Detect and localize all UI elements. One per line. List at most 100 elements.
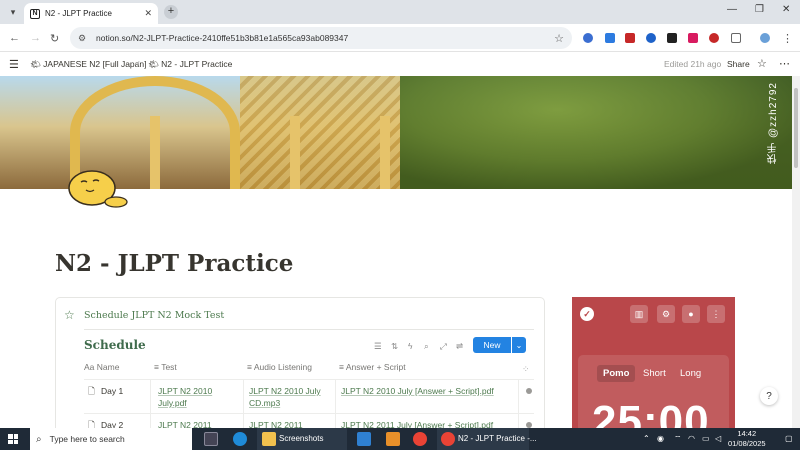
help-icon[interactable]: ? [760,387,778,405]
answer-file-link[interactable]: JLPT N2 2010 July [Answer + Script].pdf [341,385,516,397]
taskbar-search-placeholder: Type here to search [49,434,125,444]
cover-pillar [290,116,300,189]
breadcrumb-page[interactable]: 🌤 N2 - JLPT Practice [148,59,232,70]
cover-watermark: 快手 @zzh2792 [768,82,779,164]
text-type-icon: Aa [84,362,95,372]
column-header-name[interactable]: Aa Name [84,362,119,372]
browser-toolbar: ← → ↻ ⚙ notion.so/N2-JLPT-Practice-2410f… [0,24,800,52]
check-icon[interactable]: ✓ [580,307,594,321]
edge-icon[interactable] [233,432,247,446]
extension-icon[interactable] [688,33,698,43]
edited-status: Edited 21h ago [664,59,722,69]
taskbar-label: N2 - JLPT Practice -... [458,434,537,443]
forward-icon[interactable]: → [30,32,41,44]
windows-taskbar: ⌕ Type here to search Screenshots N2 - J… [0,428,800,450]
automation-icon[interactable]: ϟ [408,341,413,351]
tray-chevron-icon[interactable]: ⌃ [643,434,650,443]
clock-time: 14:42 [737,429,757,438]
schedule-callout: ☆ Schedule JLPT N2 Mock Test Schedule ☰ … [55,297,545,437]
tab-search-icon[interactable]: ▾ [6,5,20,19]
tab-close-icon[interactable]: ✕ [144,8,152,19]
chrome-icon [441,432,455,446]
share-button[interactable]: Share [727,59,750,69]
cover-staircase [240,76,400,189]
sublime-icon[interactable] [386,432,400,446]
site-info-icon[interactable]: ⚙ [78,33,88,43]
notion-topbar: ☰ 🌤 JAPANESE N2 [Full Japan] / 🌤 N2 - JL… [0,52,800,76]
minimize-icon[interactable]: — [727,4,737,15]
column-label: Audio Listening [253,362,313,372]
address-bar[interactable]: ⚙ notion.so/N2-JLPT-Practice-2410ffe51b3… [70,27,572,49]
network-icon[interactable]: ⌔ [674,434,682,444]
vscode-icon[interactable] [357,432,371,446]
cover-trees [400,76,792,189]
extension-icon[interactable] [605,33,615,43]
restore-icon[interactable]: ❐ [755,4,764,15]
extension-icon[interactable] [709,33,719,43]
breadcrumb-page-label: N2 - JLPT Practice [161,59,233,69]
stats-icon[interactable]: ▥ [630,305,648,323]
page-more-icon[interactable]: ⋯ [779,57,790,70]
pomodoro-widget: ✓ ▥ ⚙ ● ⋮ Pomo Short Long 25:00 [572,297,735,428]
taskbar-search[interactable]: ⌕ Type here to search [30,428,192,450]
filter-icon[interactable]: ☰ [374,341,382,352]
column-header-answer[interactable]: ≡ Answer + Script [339,362,406,372]
page-scrollbar[interactable] [792,76,800,428]
column-label: Answer + Script [345,362,406,372]
column-header-audio[interactable]: ≡ Audio Listening [247,362,312,372]
expand-icon[interactable]: ⤢ [440,341,447,352]
mode-long[interactable]: Long [680,368,701,379]
row-name[interactable]: Day 1 [101,385,123,397]
settings-icon[interactable]: ⇌ [456,341,463,352]
windows-start-icon[interactable] [8,434,18,444]
chrome-icon[interactable] [413,432,427,446]
column-label: Test [161,362,177,372]
notion-extension-icon[interactable] [667,33,677,43]
url-text: notion.so/N2-JLPT-Practice-2410ffe51b3b8… [96,33,349,43]
mode-pomo[interactable]: Pomo [597,365,636,382]
search-icon[interactable]: ⌕ [424,341,429,352]
browser-menu-icon[interactable]: ⋮ [782,32,793,45]
gear-icon[interactable]: ⚙ [657,305,675,323]
favorite-star-icon[interactable]: ☆ [757,57,767,70]
wifi-icon[interactable]: ◠ [688,434,695,443]
notification-icon[interactable]: ▢ [785,434,793,443]
page-icon-cat[interactable] [66,166,130,210]
more-icon[interactable]: ⋮ [707,305,725,323]
task-view-icon[interactable] [204,432,218,446]
search-icon: ⌕ [36,433,42,445]
scrollbar-thumb[interactable] [794,88,798,168]
mode-short[interactable]: Short [643,368,666,379]
profile-avatar-icon[interactable] [760,33,770,43]
back-icon[interactable]: ← [9,32,20,44]
battery-icon[interactable]: ▭ [702,434,710,443]
user-icon[interactable]: ● [682,305,700,323]
audio-file-link[interactable]: JLPT N2 2010 July CD.mp3 [249,385,329,409]
notion-favicon-icon: N [30,8,40,19]
breadcrumb-workspace[interactable]: 🌤 JAPANESE N2 [Full Japan] [30,59,146,70]
test-file-link[interactable]: JLPT N2 2010 July.pdf [158,385,238,409]
bookmark-star-icon[interactable]: ☆ [554,32,564,45]
extension-icon[interactable] [583,33,593,43]
taskbar-clock[interactable]: 14:42 01/08/2025 [728,429,766,449]
extensions-puzzle-icon[interactable] [731,33,741,43]
reload-icon[interactable]: ↻ [50,32,59,45]
new-tab-button[interactable]: + [164,5,178,19]
database-title[interactable]: Schedule [84,338,146,352]
close-window-icon[interactable]: ✕ [782,4,790,15]
callout-heading[interactable]: Schedule JLPT N2 Mock Test [84,310,224,321]
row-divider [84,413,534,414]
new-entry-dropdown-icon[interactable]: ⌄ [512,337,526,353]
browser-tab[interactable]: N N2 - JLPT Practice ✕ [24,3,158,24]
extension-icon[interactable] [646,33,656,43]
cover-pillar [150,116,160,189]
column-header-test[interactable]: ≡ Test [154,362,177,372]
page-title[interactable]: N2 - JLPT Practice [55,250,293,277]
extension-icon[interactable] [625,33,635,43]
volume-icon[interactable]: ◁ [715,434,721,443]
tray-icon[interactable]: ◉ [657,434,664,443]
sidebar-toggle-icon[interactable]: ☰ [9,58,19,71]
sort-icon[interactable]: ⇅ [391,341,398,352]
new-entry-button[interactable]: New [473,337,511,353]
clock-date: 01/08/2025 [728,439,766,448]
